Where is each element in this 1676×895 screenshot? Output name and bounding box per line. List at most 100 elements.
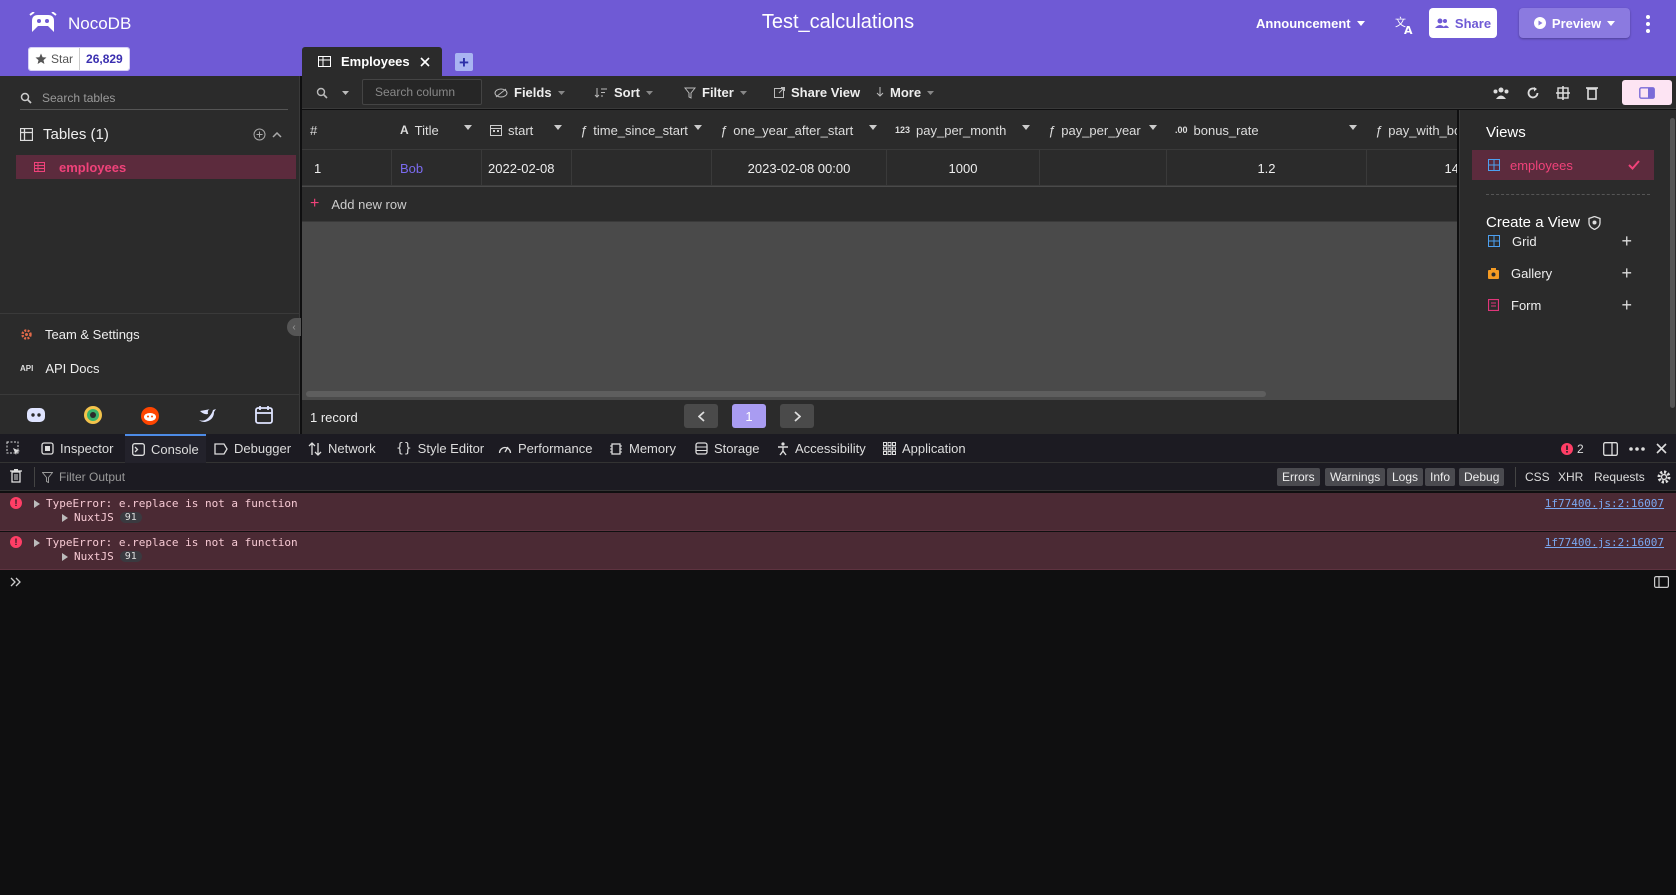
create-gallery-view-button[interactable]: Gallery + <box>1488 264 1632 282</box>
column-header-pay-per-year[interactable]: ƒ pay_per_year <box>1040 110 1167 150</box>
share-button[interactable]: Share <box>1429 8 1497 38</box>
star-button[interactable]: Star <box>29 48 80 70</box>
close-devtools-icon[interactable] <box>1656 434 1667 463</box>
translate-icon[interactable]: 文A <box>1394 14 1416 36</box>
filter-requests-button[interactable]: Requests <box>1594 468 1645 486</box>
column-header-bonus-rate[interactable]: .00 bonus_rate <box>1167 110 1367 150</box>
bonus-rate-cell[interactable]: 1.2 <box>1167 150 1367 186</box>
filter-errors-button[interactable]: Errors <box>1277 468 1320 486</box>
tab-storage[interactable]: Storage <box>695 434 760 463</box>
table-row[interactable]: 1 Bob 2022-02-08 2023-02-08 00:00 1000 1… <box>302 150 1457 186</box>
tab-performance[interactable]: Performance <box>498 434 592 463</box>
add-new-row-button[interactable]: + Add new row <box>302 187 1457 222</box>
caret-down-icon[interactable] <box>1349 125 1357 130</box>
filter-output-field[interactable]: Filter Output <box>42 470 125 484</box>
filter-output-input[interactable]: Filter Output <box>59 470 125 484</box>
team-settings-link[interactable]: Team & Settings <box>20 327 140 342</box>
sort-menu-button[interactable]: Sort <box>594 76 653 109</box>
next-page-button[interactable] <box>780 404 814 428</box>
start-cell[interactable]: 2022-02-08 <box>482 150 572 186</box>
console-error-message[interactable]: ! TypeError: e.replace is not a function… <box>0 532 1676 570</box>
add-tab-button[interactable]: + <box>455 53 473 71</box>
error-count-badge[interactable]: 2 <box>1561 434 1584 463</box>
add-table-icon[interactable] <box>253 128 266 141</box>
source-link[interactable]: 1f77400.js:2:16007 <box>1545 536 1664 549</box>
settings-gear-icon[interactable] <box>1656 469 1672 485</box>
tab-style-editor[interactable]: {} Style Editor <box>396 434 484 463</box>
pay-per-month-cell[interactable]: 1000 <box>887 150 1040 186</box>
delete-icon[interactable] <box>1586 86 1598 100</box>
calendar-icon[interactable] <box>253 404 275 426</box>
star-count[interactable]: 26,829 <box>79 48 129 70</box>
filter-logs-button[interactable]: Logs <box>1387 468 1424 486</box>
toggle-views-panel-button[interactable] <box>1622 80 1672 105</box>
dock-side-icon[interactable] <box>1603 434 1618 463</box>
tab-inspector[interactable]: Inspector <box>41 434 113 463</box>
column-header-pay-per-month[interactable]: 123 pay_per_month <box>887 110 1040 150</box>
pay-with-bonus-cell[interactable]: 14 <box>1367 150 1457 186</box>
element-picker-icon[interactable] <box>6 434 22 463</box>
console-input[interactable] <box>0 571 1676 595</box>
column-header-title[interactable]: A Title <box>392 110 482 150</box>
close-icon[interactable] <box>420 56 430 67</box>
caret-down-icon[interactable] <box>464 125 472 130</box>
tab-memory[interactable]: Memory <box>609 434 676 463</box>
chevron-up-icon[interactable] <box>272 131 282 138</box>
horizontal-scrollbar[interactable] <box>306 391 1266 397</box>
one-year-after-start-cell[interactable]: 2023-02-08 00:00 <box>712 150 887 186</box>
column-header-pay-with-bonus[interactable]: ƒ pay_with_bo <box>1367 110 1457 150</box>
column-header-time-since-start[interactable]: ƒ time_since_start <box>572 110 712 150</box>
caret-down-icon[interactable] <box>869 125 877 130</box>
tab-employees[interactable]: Employees <box>302 47 442 76</box>
nocodb-logo-icon[interactable] <box>28 12 58 36</box>
preview-button[interactable]: Preview <box>1519 8 1630 38</box>
search-tables-field[interactable]: Search tables <box>20 86 288 110</box>
editor-mode-icon[interactable] <box>1654 576 1669 588</box>
expand-triangle-icon[interactable] <box>62 513 68 522</box>
column-header-start[interactable]: start <box>482 110 572 150</box>
tab-console[interactable]: Console <box>125 434 206 463</box>
view-item-employees[interactable]: employees <box>1472 150 1654 180</box>
discord-icon[interactable] <box>25 404 47 426</box>
caret-down-icon[interactable] <box>694 125 702 130</box>
trash-icon[interactable] <box>10 469 22 483</box>
tab-accessibility[interactable]: Accessibility <box>777 434 866 463</box>
search-tables-input[interactable]: Search tables <box>42 91 115 105</box>
expand-triangle-icon[interactable] <box>34 538 40 547</box>
caret-down-icon[interactable] <box>1022 125 1030 130</box>
caret-down-icon[interactable] <box>554 125 562 130</box>
tables-section-header[interactable]: Tables (1) <box>20 126 282 143</box>
tab-application[interactable]: Application <box>883 434 966 463</box>
filter-warnings-button[interactable]: Warnings <box>1325 468 1386 486</box>
time-since-start-cell[interactable] <box>572 150 712 186</box>
fields-menu-button[interactable]: Fields <box>494 76 565 109</box>
create-grid-view-button[interactable]: Grid + <box>1488 232 1632 250</box>
prev-page-button[interactable] <box>684 404 718 428</box>
create-form-view-button[interactable]: Form + <box>1488 296 1632 314</box>
add-row-icon[interactable] <box>1556 85 1570 100</box>
caret-down-icon[interactable] <box>1149 125 1157 130</box>
project-title[interactable]: Test_calculations <box>762 11 914 33</box>
more-menu-button[interactable]: More <box>876 76 935 109</box>
search-field-select[interactable] <box>316 76 349 109</box>
sidebar-item-employees[interactable]: employees <box>16 155 296 179</box>
tab-network[interactable]: Network <box>308 434 376 463</box>
chat-icon[interactable] <box>82 404 104 426</box>
search-column-input[interactable]: Search column <box>362 79 482 105</box>
reddit-icon[interactable] <box>139 404 161 426</box>
more-horizontal-icon[interactable] <box>1629 434 1645 463</box>
vertical-scrollbar[interactable] <box>1670 118 1675 408</box>
share-view-button[interactable]: Share View <box>774 76 860 109</box>
collapse-sidebar-handle[interactable]: ‹ <box>287 318 301 336</box>
twitter-icon[interactable] <box>196 404 218 426</box>
github-star-widget[interactable]: Star 26,829 <box>28 47 130 71</box>
pay-per-year-cell[interactable] <box>1040 150 1167 186</box>
more-vertical-icon[interactable] <box>1643 13 1653 35</box>
console-error-message[interactable]: ! TypeError: e.replace is not a function… <box>0 493 1676 531</box>
page-number-button[interactable]: 1 <box>732 404 766 428</box>
announcement-dropdown[interactable]: Announcement <box>1256 16 1365 31</box>
source-link[interactable]: 1f77400.js:2:16007 <box>1545 497 1664 510</box>
filter-xhr-button[interactable]: XHR <box>1558 468 1583 486</box>
filter-css-button[interactable]: CSS <box>1525 468 1550 486</box>
api-docs-link[interactable]: API API Docs <box>20 361 100 376</box>
